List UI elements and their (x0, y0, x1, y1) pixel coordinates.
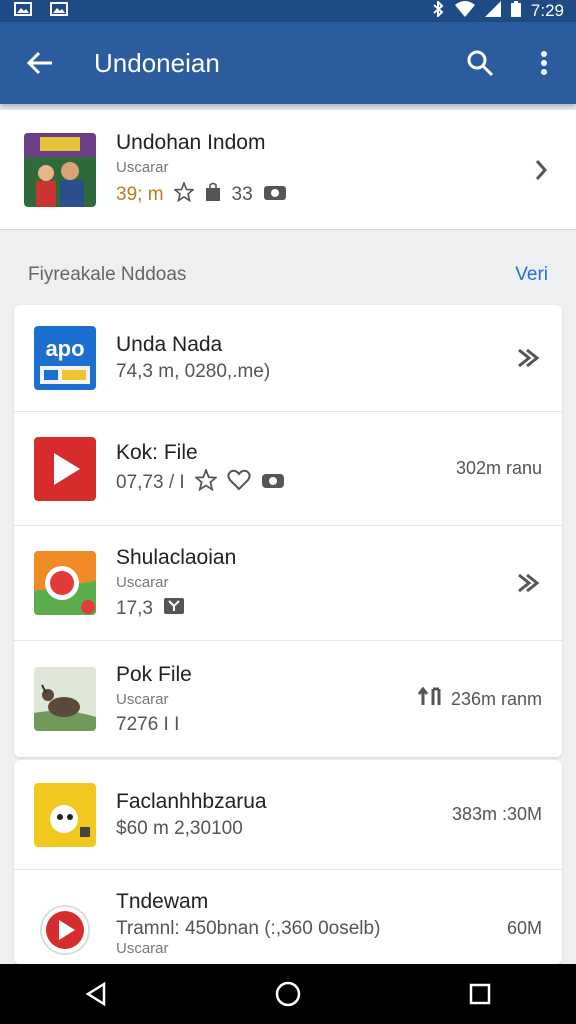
back-button[interactable] (0, 22, 80, 104)
page-title: Undoneian (94, 47, 220, 78)
item-trail: 383m :30M (451, 804, 542, 824)
status-time: 7:29 (530, 1, 564, 20)
item-title: Tndewam (116, 890, 209, 913)
battery-icon (510, 0, 521, 22)
list-item[interactable]: Shulaclaoian Uscarar 17,3 (14, 526, 562, 641)
view-all-link[interactable]: Veri (515, 264, 548, 286)
item-trail: 236m ranm (450, 688, 542, 709)
list-item[interactable]: Tndewam Tramnl: 450bnan (:,360 0oselb) U… (14, 870, 562, 964)
yellow-app-icon (34, 782, 96, 847)
list-item[interactable]: Faclanhhbzarua $60 m 2,30100 383m :30M (14, 760, 562, 870)
pin-icon[interactable] (516, 572, 562, 594)
item-meta: $60 m 2,30100 (116, 817, 243, 839)
camera-icon (261, 471, 285, 495)
arrow-back-icon (26, 51, 52, 75)
section-label: Fiyreakale Nddoas (28, 264, 187, 285)
pin-icon[interactable] (516, 347, 562, 369)
app-list-card: apo Unda Nada 74,3 m, 0280,.me) Kok: Fil… (14, 305, 562, 757)
status-bar: 7:29 (0, 0, 576, 22)
bag-icon (204, 182, 222, 208)
nav-recents-button[interactable] (440, 964, 520, 1024)
section-header: Fiyreakale Nddoas Veri (0, 248, 576, 302)
label-tag-icon (163, 597, 185, 621)
wifi-icon (454, 0, 475, 22)
camera-icon (263, 183, 287, 207)
list-item[interactable]: apo Unda Nada 74,3 m, 0280,.me) (14, 305, 562, 412)
item-meta: Tramnl: 450bnan (:,360 0oselb) (116, 918, 381, 939)
featured-count: 33 (231, 184, 253, 205)
item-title: Faclanhhbzarua (116, 789, 267, 813)
featured-subtitle: Uscarar (116, 159, 169, 176)
featured-size: 39; m (116, 184, 164, 205)
list-item[interactable]: Pok File Uscarar 7276 I I 236m ranm (14, 641, 562, 757)
triangle-back-icon (85, 981, 106, 1007)
bird-photo-icon (34, 667, 96, 731)
transfer-icon (417, 686, 445, 712)
item-meta: 74,3 m, 0280,.me) (116, 361, 271, 382)
featured-item[interactable]: Undohan Indom Uscarar 39; m 33 (0, 110, 576, 230)
bluetooth-icon (431, 0, 445, 22)
item-subtitle: Uscarar (116, 573, 169, 591)
item-title: Shulaclaoian (116, 545, 237, 569)
item-meta: 07,73 / I (116, 471, 185, 493)
featured-thumbnail (24, 132, 96, 207)
item-trail: 60M (506, 918, 542, 938)
nav-back-button[interactable] (56, 964, 136, 1024)
apo-app-icon: apo (34, 326, 96, 390)
image-notification-icon-2 (50, 1, 68, 21)
search-button[interactable] (448, 22, 512, 104)
video-play-icon (34, 436, 96, 501)
overflow-menu-button[interactable] (512, 22, 576, 104)
more-vert-icon (541, 51, 547, 75)
app-bar: Undoneian (0, 22, 576, 104)
app-list-card-2: Faclanhhbzarua $60 m 2,30100 383m :30M T… (14, 760, 562, 964)
item-subtitle: Uscarar (116, 940, 169, 957)
star-icon (172, 180, 195, 208)
system-nav-bar (0, 964, 576, 1024)
list-item[interactable]: Kok: File 07,73 / I 302m ranu (14, 412, 562, 526)
chevron-right-icon (506, 159, 576, 181)
item-meta: 7276 I I (116, 713, 180, 735)
nav-home-button[interactable] (248, 964, 328, 1024)
image-notification-icon (14, 1, 32, 21)
square-recents-icon (469, 983, 491, 1005)
item-trail: 302m ranu (455, 458, 542, 478)
item-title: Unda Nada (116, 333, 223, 356)
item-subtitle: Uscarar (116, 690, 169, 708)
play-circle-icon (34, 898, 96, 962)
circle-home-icon (275, 981, 301, 1007)
search-icon (467, 50, 494, 77)
item-meta: 17,3 (116, 597, 153, 619)
item-title: Pok File (116, 662, 192, 686)
signal-icon (484, 0, 501, 22)
featured-title: Undohan Indom (116, 131, 266, 154)
heart-icon (227, 469, 251, 497)
svg-text:apo: apo (45, 336, 84, 361)
item-title: Kok: File (116, 440, 198, 464)
star-icon (193, 467, 218, 497)
camera-app-icon (34, 551, 96, 615)
